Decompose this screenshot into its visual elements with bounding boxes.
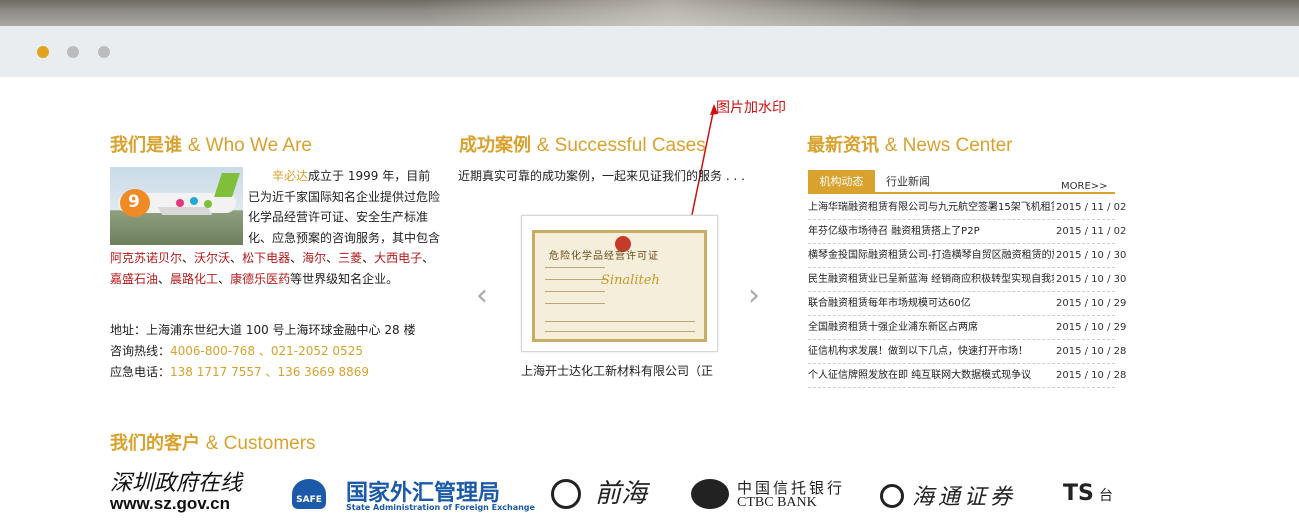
- who-we-are-title: 我们是谁 & Who We Are: [110, 131, 312, 157]
- news-title-cn: 最新资讯: [807, 135, 879, 156]
- customers-title: 我们的客户 & Customers: [110, 429, 316, 455]
- news-item-date: 2015 / 10 / 29: [1056, 298, 1127, 309]
- intro-text-2: 等世界级知名企业。: [290, 271, 399, 286]
- news-item-title[interactable]: 横琴金投国际融资租赁公司-打造横琴自贸区融资租赁的旗: [808, 244, 1054, 268]
- ctbc-emblem-icon: [691, 479, 729, 509]
- hotline-line: 咨询热线：4006-800-768 、021-2052 0525: [110, 344, 363, 358]
- tab-industry-news[interactable]: 行业新闻: [883, 170, 933, 194]
- logo-sz-gov[interactable]: 深圳政府在线 www.sz.gov.cn: [110, 473, 262, 515]
- news-item[interactable]: 上海华瑞融资租赁有限公司与九元航空签署15架飞机租赁 2015 / 11 / 02: [808, 196, 1126, 220]
- qianhai-seal-icon: [551, 479, 581, 509]
- news-item-title[interactable]: 上海华瑞融资租赁有限公司与九元航空签署15架飞机租赁: [808, 196, 1054, 220]
- news-item-title[interactable]: 全国融资租赁十强企业浦东新区占两席: [808, 316, 1054, 340]
- logo-haitong[interactable]: 海通证券: [880, 473, 1034, 515]
- address-line: 地址：上海浦东世纪大道 100 号上海环球金融中心 28 楼: [110, 323, 416, 337]
- news-item-title[interactable]: 联合融资租赁每年市场规模可达60亿: [808, 292, 1054, 316]
- logo-qianhai[interactable]: 前海: [551, 473, 669, 515]
- news-item-date: 2015 / 10 / 30: [1056, 250, 1127, 261]
- case-caption[interactable]: 上海开士达化工新材料有限公司（正: [521, 362, 713, 379]
- chevron-left-icon[interactable]: ‹: [476, 278, 488, 313]
- logo-safe[interactable]: SAFE 国家外汇管理局 State Administration of For…: [292, 473, 535, 515]
- news-title-en: & News Center: [884, 135, 1013, 156]
- who-title-en: & Who We Are: [187, 135, 312, 156]
- chevron-right-icon[interactable]: ›: [748, 278, 760, 313]
- case-image[interactable]: 危险化学品经营许可证 Sinaliteh: [521, 215, 718, 352]
- logo-partial[interactable]: TS 台: [1063, 473, 1113, 515]
- client-link[interactable]: 阿克苏诺贝尔: [110, 251, 182, 265]
- news-item[interactable]: 联合融资租赁每年市场规模可达60亿 2015 / 10 / 29: [808, 292, 1126, 316]
- company-name: 辛必达: [272, 169, 309, 183]
- certificate-title: 危险化学品经营许可证: [549, 251, 659, 262]
- client-link[interactable]: 沃尔沃: [194, 251, 230, 265]
- news-item[interactable]: 年芬亿级市场待召 融资租赁搭上了P2P 2015 / 11 / 02: [808, 220, 1126, 244]
- news-item-title[interactable]: 年芬亿级市场待召 融资租赁搭上了P2P: [808, 220, 1054, 244]
- client-link[interactable]: 嘉盛石油: [110, 272, 158, 286]
- watermark-label: 图片加水印: [716, 100, 786, 116]
- contact-info: 地址：上海浦东世纪大道 100 号上海环球金融中心 28 楼 咨询热线：4006…: [110, 320, 415, 383]
- company-intro: 辛必达成立于 1999 年，目前已为近千家国际知名企业提供过危险化学品经营许可证…: [110, 169, 441, 286]
- who-title-cn: 我们是谁: [110, 135, 182, 156]
- cases-description: 近期真实可靠的成功案例，一起来见证我们的服务 . . .: [458, 169, 745, 183]
- certificate-paper: 危险化学品经营许可证 Sinaliteh: [532, 230, 707, 342]
- more-link[interactable]: MORE>>: [1061, 181, 1108, 192]
- certificate-stamp: Sinaliteh: [601, 273, 660, 288]
- cases-title-en: & Successful Cases: [536, 135, 706, 156]
- news-item-date: 2015 / 10 / 28: [1056, 346, 1127, 357]
- news-item-date: 2015 / 11 / 02: [1056, 202, 1127, 213]
- news-item-title[interactable]: 个人征信牌照发放在即 纯互联网大数据模式现争议: [808, 364, 1054, 388]
- news-item[interactable]: 征信机构求发展！做到以下几点，快速打开市场！ 2015 / 10 / 28: [808, 340, 1126, 364]
- news-item-date: 2015 / 10 / 29: [1056, 322, 1127, 333]
- client-link[interactable]: 松下电器: [242, 251, 290, 265]
- haitong-emblem-icon: [880, 484, 904, 508]
- cases-title: 成功案例 & Successful Cases: [459, 131, 706, 157]
- tab-agency-news[interactable]: 机构动态: [808, 170, 875, 194]
- news-item-date: 2015 / 11 / 02: [1056, 226, 1127, 237]
- client-link[interactable]: 大西电子: [374, 251, 422, 265]
- news-item-title[interactable]: 民生融资租赁业已呈新蓝海 经销商应积极转型实现自我救: [808, 268, 1054, 292]
- client-link[interactable]: 三菱: [338, 251, 362, 265]
- customers-title-en: & Customers: [205, 433, 316, 454]
- partial-emblem-icon: TS: [1063, 481, 1094, 506]
- emergency-line: 应急电话：138 1717 7557 、136 3669 8869: [110, 365, 370, 379]
- client-link[interactable]: 康德乐医药: [230, 272, 290, 286]
- news-item-date: 2015 / 10 / 28: [1056, 370, 1127, 381]
- safe-emblem-icon: SAFE: [292, 479, 326, 509]
- news-item[interactable]: 横琴金投国际融资租赁公司-打造横琴自贸区融资租赁的旗 2015 / 10 / 30: [808, 244, 1126, 268]
- news-item[interactable]: 全国融资租赁十强企业浦东新区占两席 2015 / 10 / 29: [808, 316, 1126, 340]
- news-item-title[interactable]: 征信机构求发展！做到以下几点，快速打开市场！: [808, 340, 1054, 364]
- cases-title-cn: 成功案例: [459, 135, 531, 156]
- logo-ctbc[interactable]: 中国信托银行 CTBC BANK: [691, 473, 851, 515]
- news-title: 最新资讯 & News Center: [807, 131, 1013, 157]
- client-link[interactable]: 晨路化工: [170, 272, 218, 286]
- client-link[interactable]: 海尔: [302, 251, 326, 265]
- news-item-date: 2015 / 10 / 30: [1056, 274, 1127, 285]
- hotline-value: 4006-800-768 、021-2052 0525: [170, 344, 363, 358]
- news-item[interactable]: 个人征信牌照发放在即 纯互联网大数据模式现争议 2015 / 10 / 28: [808, 364, 1126, 388]
- news-item[interactable]: 民生融资租赁业已呈新蓝海 经销商应积极转型实现自我救 2015 / 10 / 30: [808, 268, 1126, 292]
- emergency-value: 138 1717 7557 、136 3669 8869: [170, 365, 370, 379]
- customers-title-cn: 我们的客户: [110, 433, 200, 454]
